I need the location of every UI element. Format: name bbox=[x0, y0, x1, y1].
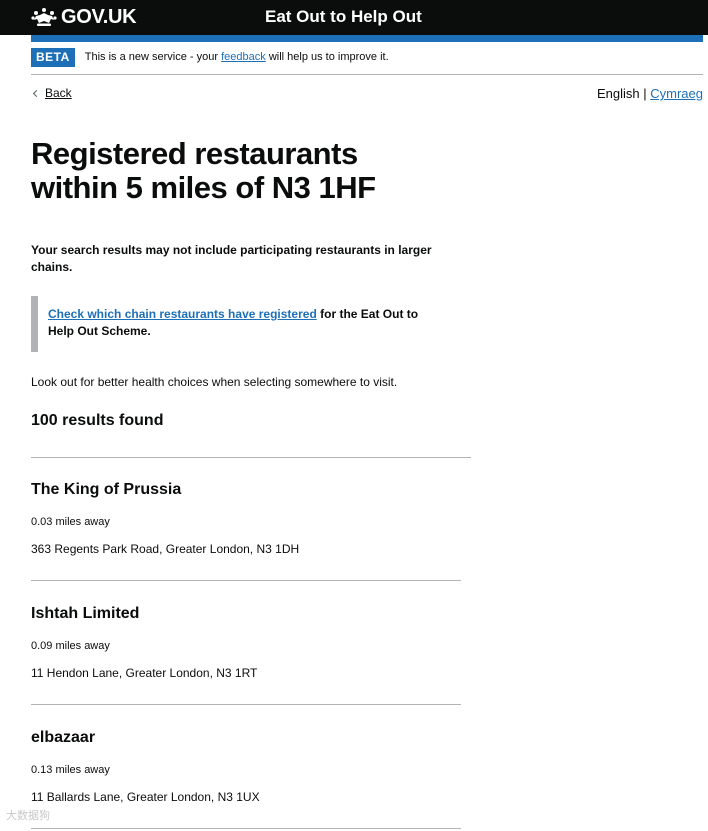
result-name: Ishtah Limited bbox=[31, 605, 140, 622]
result-address: 11 Hendon Lane, Greater London, N3 1RT bbox=[31, 666, 258, 680]
chain-restaurants-link[interactable]: Check which chain restaurants have regis… bbox=[48, 307, 317, 321]
inset-text-2: Help Out Scheme. bbox=[48, 324, 151, 338]
page-title-line-1: Registered restaurants bbox=[31, 136, 358, 171]
divider bbox=[31, 457, 471, 458]
results-count: 100 results found bbox=[31, 412, 164, 429]
crown-icon bbox=[31, 8, 57, 26]
service-name-link[interactable]: Eat Out to Help Out bbox=[265, 7, 422, 27]
site-header: GOV.UK Eat Out to Help Out bbox=[0, 0, 708, 35]
language-switcher: English | Cymraeg bbox=[597, 86, 703, 102]
health-choices-text: Look out for better health choices when … bbox=[31, 375, 398, 389]
phase-banner-text: This is a new service - your feedback wi… bbox=[85, 48, 389, 67]
result-distance: 0.03 miles away bbox=[31, 516, 110, 528]
header-blue-bar bbox=[31, 35, 703, 42]
inset-text-1: for the Eat Out to bbox=[316, 307, 419, 321]
phase-text-before: This is a new service - your bbox=[84, 51, 222, 63]
result-name: The King of Prussia bbox=[31, 481, 182, 498]
beta-tag: BETA bbox=[31, 48, 75, 67]
watermark: 大数据狗 bbox=[6, 810, 50, 822]
phase-banner: BETA This is a new service - your feedba… bbox=[31, 48, 703, 75]
feedback-link[interactable]: feedback bbox=[221, 51, 266, 63]
govuk-logo-link[interactable]: GOV.UK bbox=[31, 6, 137, 28]
phase-text-after: will help us to improve it. bbox=[265, 51, 389, 63]
result-distance: 0.13 miles away bbox=[31, 764, 110, 776]
lang-current: English bbox=[596, 86, 640, 101]
page-title: Registered restaurants within 5 miles of… bbox=[31, 137, 451, 205]
warning-line-1: Your search results may not include part… bbox=[31, 243, 432, 257]
result-address: 363 Regents Park Road, Greater London, N… bbox=[31, 542, 300, 556]
chevron-left-icon bbox=[32, 89, 41, 97]
chains-warning: Your search results may not include part… bbox=[31, 242, 461, 276]
back-link[interactable]: Back bbox=[45, 86, 72, 100]
divider bbox=[31, 580, 461, 581]
back-link-container: Back bbox=[31, 86, 72, 100]
logo-text: GOV.UK bbox=[61, 6, 137, 28]
result-address: 11 Ballards Lane, Greater London, N3 1UX bbox=[31, 790, 260, 804]
lang-separator: | bbox=[643, 86, 647, 101]
divider bbox=[31, 828, 461, 829]
page-title-line-2: within 5 miles of N3 1HF bbox=[31, 170, 376, 205]
result-distance: 0.09 miles away bbox=[31, 640, 110, 652]
result-name: elbazaar bbox=[31, 729, 96, 746]
inset-text: Check which chain restaurants have regis… bbox=[31, 296, 461, 352]
lang-cymraeg-link[interactable]: Cymraeg bbox=[650, 86, 703, 101]
divider bbox=[31, 704, 461, 705]
warning-line-2: chains. bbox=[31, 260, 73, 274]
